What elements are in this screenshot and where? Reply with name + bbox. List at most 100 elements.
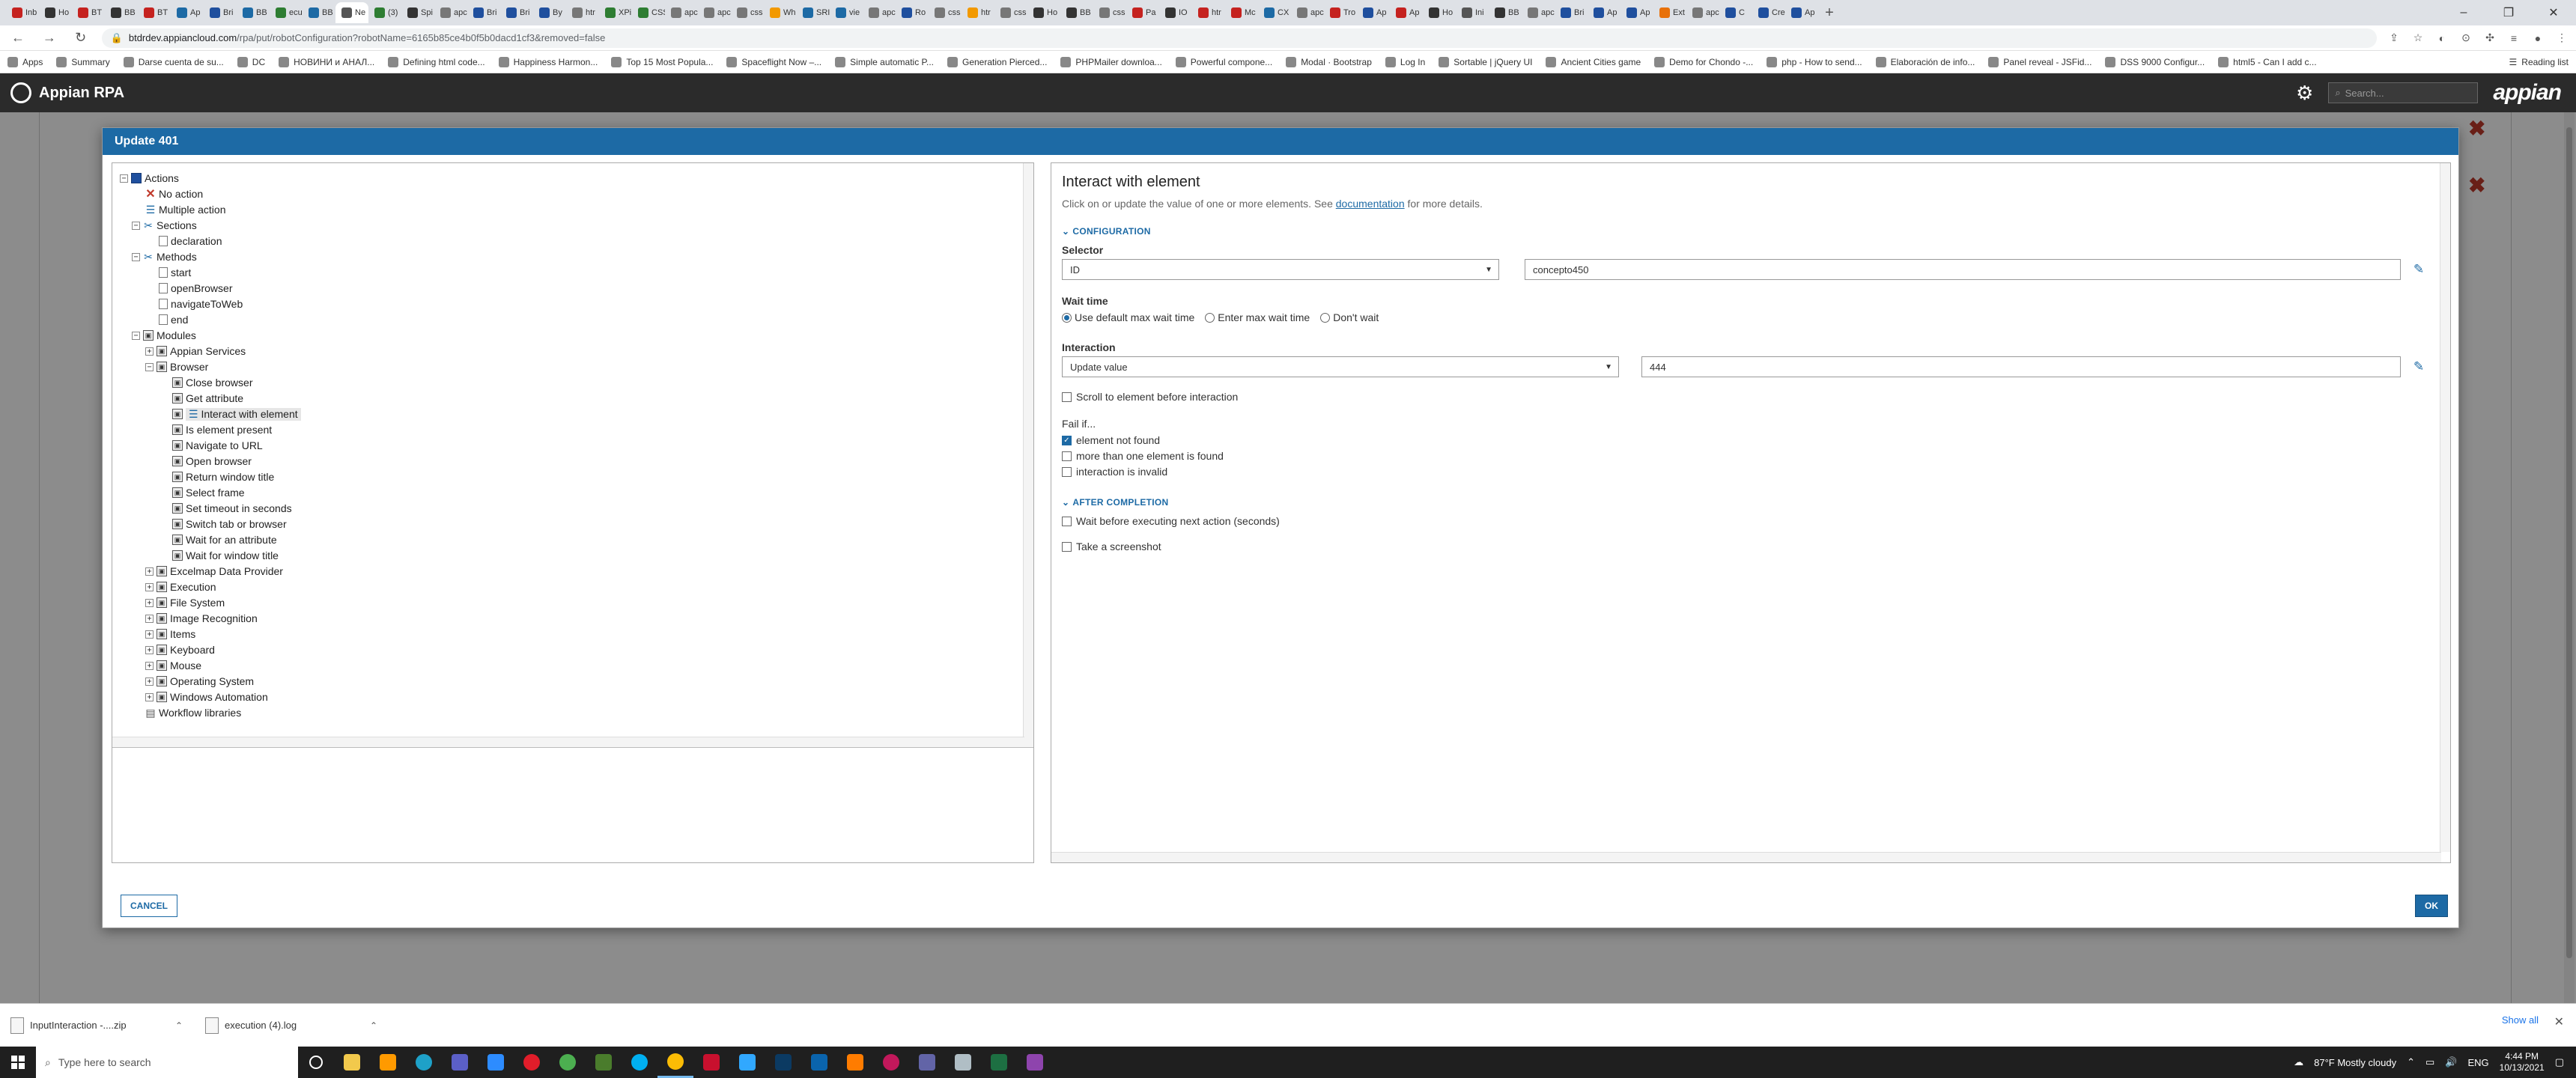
browser-tab[interactable]: Tro [1324,2,1357,23]
bookmark-item[interactable]: Sortable | jQuery UI [1439,56,1532,67]
start-button[interactable] [0,1047,36,1078]
tree-node-appian-services[interactable]: + ▣ Appian Services [145,344,246,359]
browser-tab[interactable]: SRI [797,2,830,23]
tree-node-module[interactable]: + ▣ Mouse [145,658,201,673]
extensions-puzzle-icon[interactable]: ✣ [2483,31,2497,45]
browser-tab[interactable]: BB [303,2,335,23]
bookmark-item[interactable]: НОВИНИ и АНАЛ... [279,56,374,67]
bookmark-item[interactable]: html5 - Can I add c... [2218,56,2317,67]
bookmark-item[interactable]: Defining html code... [388,56,485,67]
browser-tab[interactable]: XPi [599,2,632,23]
bookmark-item[interactable]: Top 15 Most Popula... [611,56,713,67]
chevron-up-icon[interactable]: ⌃ [175,1020,183,1031]
tree-node-modules[interactable]: − ▣ Modules [132,328,196,343]
dreamweaver-icon[interactable] [586,1047,622,1078]
browser-tab[interactable]: Wh [764,2,797,23]
extension-icon[interactable]: ⊙ [2459,31,2473,45]
show-all-downloads-button[interactable]: Show all [2502,1014,2539,1026]
browser-tab[interactable]: BB [237,2,270,23]
gear-icon[interactable]: ⚙ [2296,82,2313,105]
tree-node-module[interactable]: + ▣ Items [145,627,195,642]
download-item[interactable]: execution (4).log ⌃ [205,1011,377,1041]
wait-dont-wait-radio[interactable]: Don't wait [1320,311,1379,323]
tree-node-browser-item[interactable]: ▣ Navigate to URL [172,438,263,453]
browser-tab[interactable]: (3) [368,2,401,23]
browser-tab[interactable]: Ho [1423,2,1456,23]
illustrator-icon[interactable] [370,1047,406,1078]
tree-node-sections[interactable]: − ✂ Sections [132,218,197,233]
teams-icon[interactable] [442,1047,478,1078]
ok-button[interactable]: OK [2415,895,2448,917]
bookmark-item[interactable]: Modal · Bootstrap [1286,56,1372,67]
app-icon[interactable] [1017,1047,1053,1078]
expand-toggle-icon[interactable]: + [145,661,154,670]
bookmark-item[interactable]: DSS 9000 Configur... [2105,56,2205,67]
selector-type-select[interactable]: ID ▼ [1062,259,1499,280]
file-explorer-icon[interactable] [334,1047,370,1078]
cortana-icon[interactable] [298,1047,334,1078]
browser-tab[interactable]: apc [434,2,467,23]
app-icon[interactable] [873,1047,909,1078]
detail-horizontal-scrollbar[interactable] [1051,852,2441,862]
expand-toggle-icon[interactable]: + [145,614,154,623]
browser-tab[interactable]: Cre [1752,2,1785,23]
browser-tab[interactable]: apc [863,2,896,23]
bookmark-item[interactable]: Log In [1385,56,1425,67]
tree-node-browser-item[interactable]: ▣ Open browser [172,454,252,469]
illustrator-icon[interactable] [837,1047,873,1078]
tree-node-start[interactable]: start [159,265,191,280]
bookmark-item[interactable]: Panel reveal - JSFid... [1988,56,2092,67]
bookmark-item[interactable]: Spaceflight Now –... [726,56,821,67]
bookmark-item[interactable]: Generation Pierced... [947,56,1047,67]
edit-expression-icon[interactable]: ✎ [2411,359,2426,374]
browser-tab[interactable]: css [731,2,764,23]
reload-icon[interactable]: ↻ [70,28,91,49]
tree-node-browser-item[interactable]: ▣ Set timeout in seconds [172,501,292,516]
browser-tab[interactable]: CSS [632,2,665,23]
excel-icon[interactable] [981,1047,1017,1078]
browser-tab[interactable]: Ap [1620,2,1653,23]
tree-node-browser-item[interactable]: ▣ Wait for window title [172,548,279,563]
browser-tab[interactable]: ecu [270,2,303,23]
edit-expression-icon[interactable]: ✎ [2411,262,2426,277]
tree-node-actions[interactable]: − Actions [120,171,179,186]
browser-tab[interactable]: CX [1258,2,1291,23]
reading-list-button[interactable]: ☰ Reading list [2501,51,2569,73]
tree-node-browser[interactable]: − ▣ Browser [145,359,208,374]
bookmark-item[interactable]: DC [237,56,265,67]
after-completion-section-toggle[interactable]: ⌄ AFTER COMPLETION [1062,497,1169,508]
menu-dots-icon[interactable]: ⋮ [2555,31,2569,45]
browser-tab[interactable]: Bri [204,2,237,23]
tree-node-module[interactable]: + ▣ Keyboard [145,642,215,657]
notepad-icon[interactable] [945,1047,981,1078]
browser-tab[interactable]: Ap [1357,2,1390,23]
appian-rpa-logo[interactable]: Appian RPA [10,82,124,103]
expand-toggle-icon[interactable]: + [145,630,154,639]
browser-tab[interactable]: apc [1291,2,1324,23]
expand-toggle-icon[interactable]: + [145,692,154,701]
notifications-icon[interactable]: ▢ [2555,1056,2564,1068]
profile-avatar-icon[interactable]: ● [2531,31,2545,45]
browser-tab[interactable]: apc [1522,2,1555,23]
browser-tab[interactable]: Ap [1588,2,1620,23]
tree-node-interact-with-element-selected[interactable]: ▣ ☰ Interact with element [172,406,301,421]
chevron-up-icon[interactable]: ⌃ [2407,1056,2415,1068]
tree-node-browser-item[interactable]: ▣ Is element present [172,422,272,437]
bookmark-item[interactable]: Powerful compone... [1175,56,1272,67]
bookmark-item[interactable]: Happiness Harmon... [498,56,598,67]
tree-horizontal-scrollbar[interactable] [112,737,1024,747]
browser-tab[interactable]: htr [1192,2,1225,23]
browser-tab[interactable]: Pa [1126,2,1159,23]
tree-node-multiple-action[interactable]: ☰ Multiple action [145,202,226,217]
skype-icon[interactable] [622,1047,657,1078]
collapse-toggle-icon[interactable]: − [120,174,128,183]
bookmark-item[interactable]: PHPMailer downloa... [1060,56,1162,67]
expand-toggle-icon[interactable]: + [145,645,154,654]
close-window-icon[interactable]: ✕ [2531,0,2576,25]
browser-tab[interactable]: htr [962,2,994,23]
bookmark-star-icon[interactable]: ☆ [2411,31,2425,45]
language-flag-icon[interactable] [693,1047,729,1078]
tree-node-module[interactable]: + ▣ Windows Automation [145,689,268,704]
tree-node-module[interactable]: + ▣ Operating System [145,674,254,689]
tree-node-no-action[interactable]: ✕ No action [145,186,203,201]
